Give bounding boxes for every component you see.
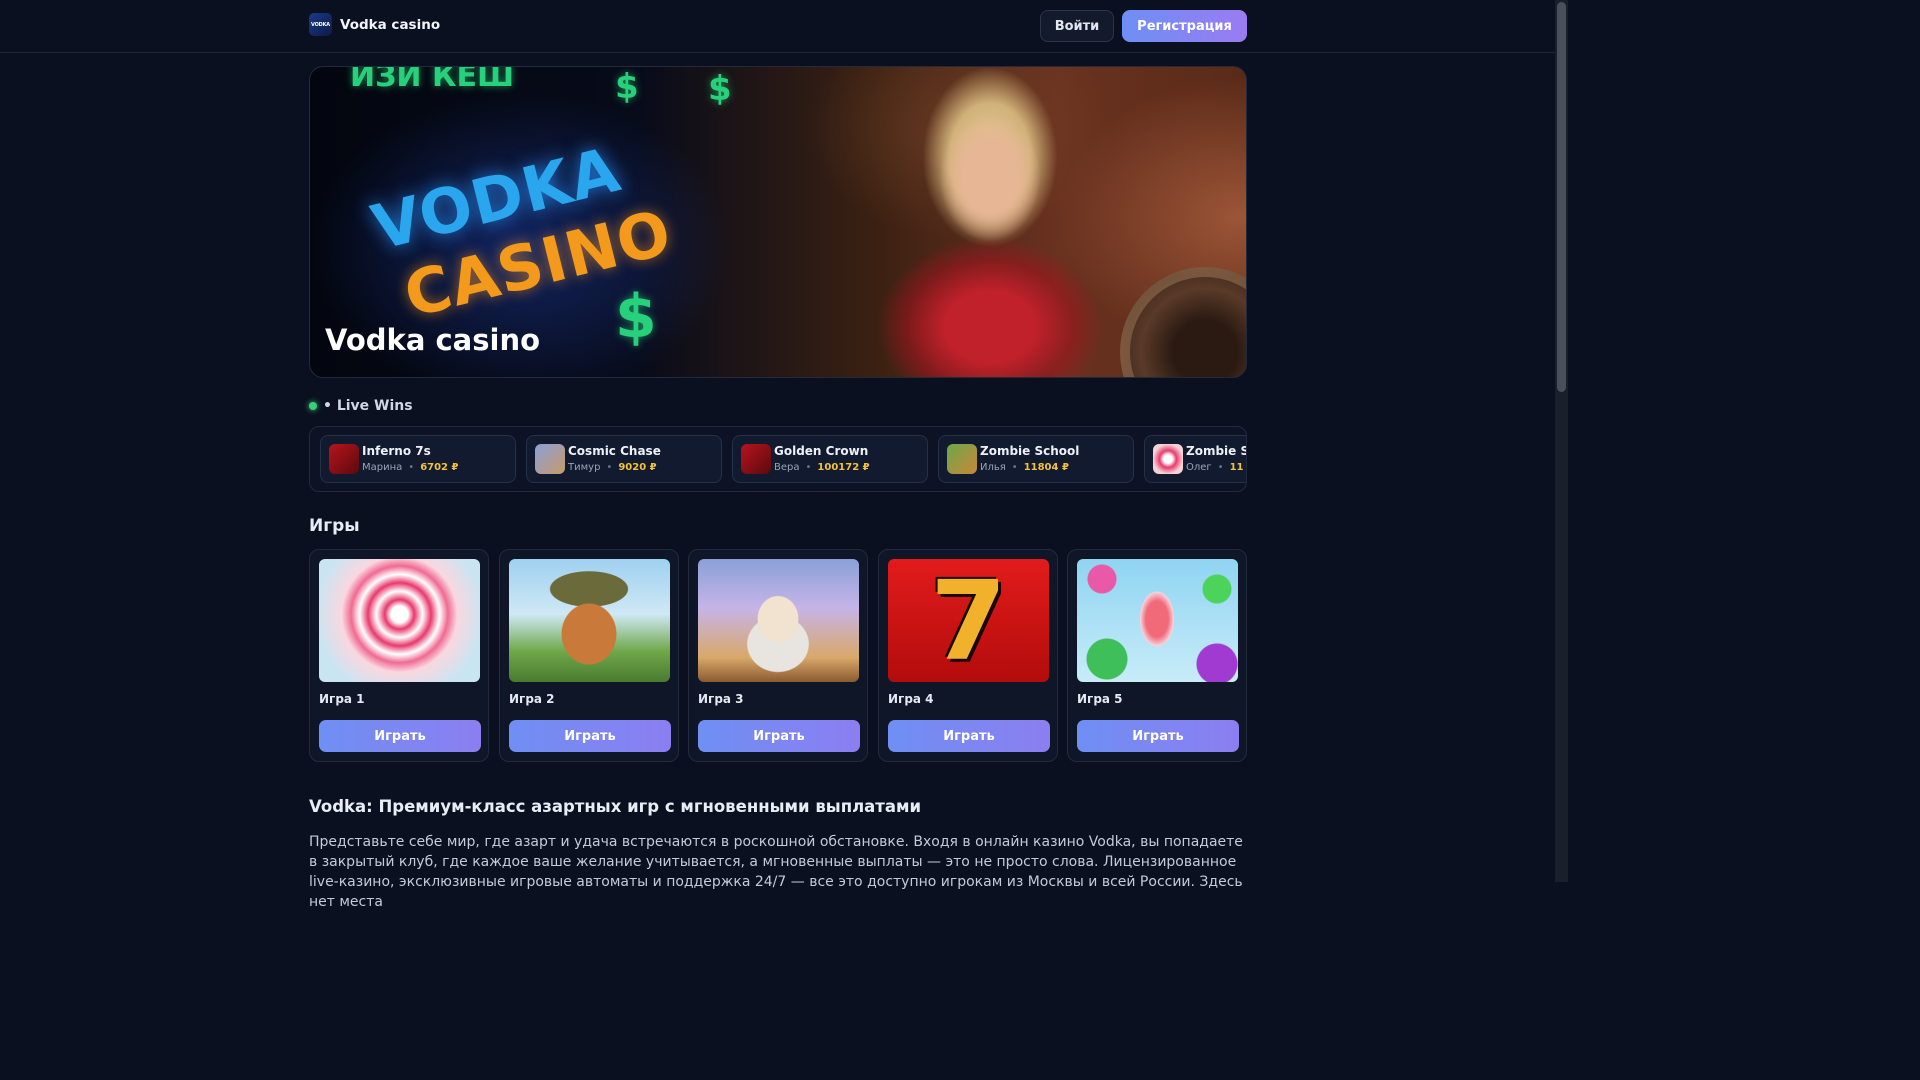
live-win-game: Zombie School bbox=[980, 444, 1080, 458]
game-card[interactable]: Игра 5 Играть bbox=[1067, 549, 1247, 762]
gates-of-olympus-icon bbox=[535, 444, 565, 474]
live-win-game: Inferno 7s bbox=[362, 444, 431, 458]
play-button[interactable]: Играть bbox=[319, 720, 481, 752]
top-navigation-bar: VODKA Vodka casino Войти Регистрация bbox=[0, 0, 1555, 53]
games-section-title: Игры bbox=[309, 516, 360, 536]
live-win-card[interactable]: Golden Crown Вера • 100172 ₽ bbox=[732, 435, 928, 483]
scribble-decoration: ИЗИ КЕШ bbox=[350, 66, 515, 94]
live-win-game: Golden Crown bbox=[774, 444, 869, 458]
game-name: Игра 4 bbox=[888, 692, 934, 706]
live-win-card[interactable]: Zombie School Илья • 11804 ₽ bbox=[938, 435, 1134, 483]
candy-icon bbox=[1153, 444, 1183, 474]
dollar-sign-icon: $ bbox=[708, 69, 732, 109]
dollar-sign-icon: $ bbox=[615, 282, 657, 352]
hero-woman-image bbox=[840, 67, 1140, 377]
gumball-machine-icon[interactable] bbox=[1077, 559, 1238, 682]
dog-hunt-icon bbox=[947, 444, 977, 474]
game-name: Игра 3 bbox=[698, 692, 744, 706]
live-win-meta: Тимур • 9020 ₽ bbox=[568, 462, 657, 473]
live-win-meta: Марина • 6702 ₽ bbox=[362, 462, 459, 473]
game-name: Игра 2 bbox=[509, 692, 555, 706]
live-win-meta: Илья • 11804 ₽ bbox=[980, 462, 1069, 473]
game-name: Игра 5 bbox=[1077, 692, 1123, 706]
lollipop-icon[interactable] bbox=[319, 559, 480, 682]
game-card[interactable]: Игра 1 Играть bbox=[309, 549, 489, 762]
article-text: Представьте себе мир, где азарт и удача … bbox=[309, 834, 1243, 910]
live-wins-ticker: Inferno 7s Марина • 6702 ₽ Cosmic Chase Ти… bbox=[309, 426, 1247, 492]
live-win-player: Олег bbox=[1186, 462, 1212, 473]
game-card[interactable]: Игра 3 Играть bbox=[688, 549, 868, 762]
live-win-player: Тимур bbox=[568, 462, 601, 473]
zeus-icon[interactable] bbox=[698, 559, 859, 682]
seven-glyph: 7 bbox=[930, 559, 1007, 682]
live-win-card[interactable]: Cosmic Chase Тимур • 9020 ₽ bbox=[526, 435, 722, 483]
brand[interactable]: VODKA Vodka casino bbox=[309, 13, 440, 36]
game-name: Игра 1 bbox=[319, 692, 365, 706]
vodka-logo-icon[interactable]: VODKA bbox=[309, 13, 332, 36]
dog-icon[interactable] bbox=[509, 559, 670, 682]
hell-hot-icon bbox=[741, 444, 771, 474]
live-win-player: Вера bbox=[774, 462, 800, 473]
live-indicator-icon bbox=[309, 402, 317, 410]
lucky-seven-icon[interactable]: 7 bbox=[888, 559, 1049, 682]
live-win-meta: Олег • 11 bbox=[1186, 462, 1244, 473]
play-button[interactable]: Играть bbox=[509, 720, 671, 752]
live-win-game: Zombie S bbox=[1186, 444, 1247, 458]
play-button[interactable]: Играть bbox=[1077, 720, 1239, 752]
hero-title: Vodka casino bbox=[325, 323, 541, 357]
live-win-player: Марина bbox=[362, 462, 403, 473]
scrollbar-thumb[interactable] bbox=[1557, 2, 1566, 392]
live-win-player: Илья bbox=[980, 462, 1006, 473]
dollar-sign-icon: $ bbox=[615, 67, 639, 107]
live-win-amount: 11 bbox=[1229, 462, 1244, 473]
live-win-meta: Вера • 100172 ₽ bbox=[774, 462, 870, 473]
live-win-amount: 6702 ₽ bbox=[420, 462, 459, 473]
live-win-card[interactable]: Zombie S Олег • 11 bbox=[1144, 435, 1247, 483]
play-button[interactable]: Играть bbox=[698, 720, 860, 752]
hell-hot-icon bbox=[329, 444, 359, 474]
live-wins-header: • Live Wins bbox=[309, 398, 413, 414]
article-title: Vodka: Премиум-класс азартных игр с мгно… bbox=[309, 797, 922, 816]
live-wins-title: • Live Wins bbox=[323, 398, 413, 414]
hero-banner[interactable]: ИЗИ КЕШ $ $ $ VODKA CASINO Vodka casino bbox=[309, 66, 1247, 378]
login-button[interactable]: Войти bbox=[1040, 10, 1114, 42]
live-win-amount: 11804 ₽ bbox=[1023, 462, 1069, 473]
live-win-amount: 100172 ₽ bbox=[817, 462, 870, 473]
live-win-card[interactable]: Inferno 7s Марина • 6702 ₽ bbox=[320, 435, 516, 483]
game-card[interactable]: Игра 2 Играть bbox=[499, 549, 679, 762]
brand-name[interactable]: Vodka casino bbox=[340, 17, 440, 33]
live-win-game: Cosmic Chase bbox=[568, 444, 661, 458]
register-button[interactable]: Регистрация bbox=[1122, 10, 1247, 42]
game-card[interactable]: 7 Игра 4 Играть bbox=[878, 549, 1058, 762]
page-scrollbar[interactable] bbox=[1555, 0, 1568, 882]
live-win-amount: 9020 ₽ bbox=[618, 462, 657, 473]
play-button[interactable]: Играть bbox=[888, 720, 1050, 752]
